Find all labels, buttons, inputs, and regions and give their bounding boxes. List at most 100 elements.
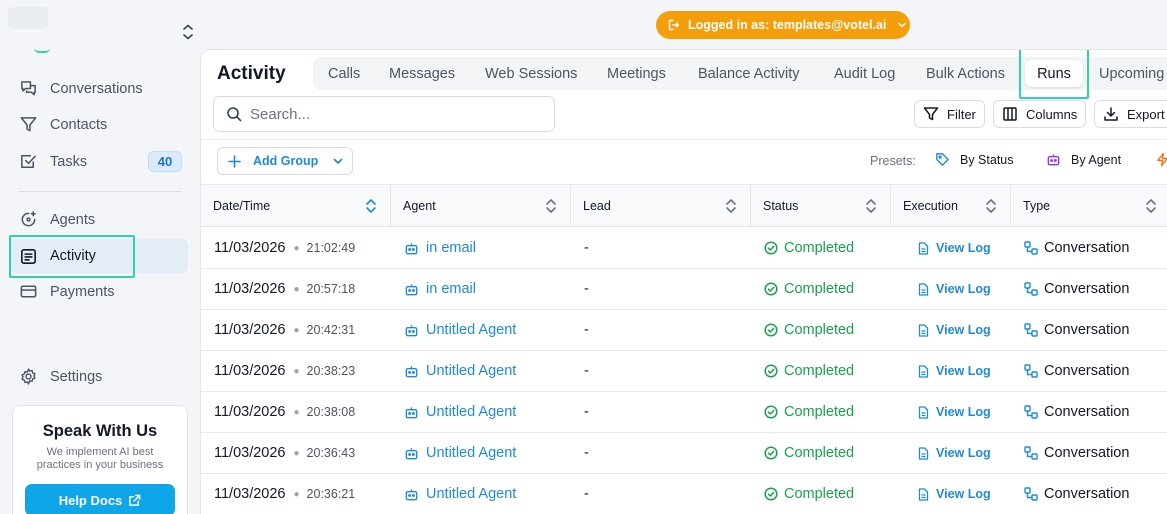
table-row[interactable]: 11/03/2026 ● 20:38:23 Untitled Agent - Com…: [201, 351, 1167, 392]
type-text: Conversation: [1044, 445, 1130, 461]
time-text: 20:36:21: [306, 487, 356, 501]
status-text: Completed: [784, 404, 855, 420]
tab-bulk-actions[interactable]: Bulk Actions: [926, 57, 1005, 90]
agent-name: Untitled Agent: [426, 486, 517, 502]
view-log-link[interactable]: View Log: [917, 474, 991, 514]
preset-label: By Status: [960, 152, 1014, 167]
agent-link[interactable]: Untitled Agent: [404, 310, 516, 350]
preset-lightning[interactable]: [1155, 152, 1167, 167]
filter-button[interactable]: Filter: [914, 100, 985, 128]
table-row[interactable]: 11/03/2026 ● 20:38:08 Untitled Agent - Com…: [201, 392, 1167, 433]
sort-icon[interactable]: [1144, 198, 1158, 214]
sidebar-item-tasks[interactable]: Tasks 40: [10, 145, 188, 178]
separator-dot: ●: [293, 242, 300, 254]
column-header-label: Lead: [583, 199, 611, 213]
date-text: 11/03/2026: [214, 281, 286, 297]
tab-messages[interactable]: Messages: [389, 57, 455, 90]
table-row[interactable]: 11/03/2026 ● 21:02:49 in email - Completed…: [201, 228, 1167, 269]
column-header-type[interactable]: Type: [1011, 185, 1167, 227]
type-cell: Conversation: [1024, 351, 1129, 391]
tab-runs[interactable]: Runs: [1025, 60, 1083, 87]
preset-by-status[interactable]: By Status: [935, 152, 1014, 167]
agent-link[interactable]: in email: [404, 228, 476, 268]
view-log-link[interactable]: View Log: [917, 228, 991, 268]
status-cell: Completed: [764, 269, 854, 309]
lead-cell: -: [584, 486, 589, 502]
robot-icon: [405, 324, 418, 336]
agent-link[interactable]: Untitled Agent: [404, 474, 516, 514]
filter-label: Filter: [947, 106, 976, 122]
view-log-link[interactable]: View Log: [917, 433, 991, 473]
column-header-status[interactable]: Status: [751, 185, 891, 227]
column-header-execution[interactable]: Execution: [891, 185, 1011, 227]
sort-icon[interactable]: [364, 198, 378, 214]
view-log-label: View Log: [936, 405, 991, 419]
help-docs-button[interactable]: Help Docs: [25, 484, 175, 514]
date-time-cell: 11/03/2026 ● 20:38:23: [214, 351, 355, 391]
sidebar-item-agents[interactable]: Agents: [10, 203, 188, 236]
funnel-icon: [923, 107, 939, 121]
workspace-switcher-chevron-icon[interactable]: [181, 23, 195, 41]
search-icon: [227, 107, 242, 122]
tab-meetings[interactable]: Meetings: [607, 57, 666, 90]
agent-link[interactable]: Untitled Agent: [404, 351, 516, 391]
date-time-cell: 11/03/2026 ● 20:36:21: [214, 474, 355, 514]
columns-button[interactable]: Columns: [993, 100, 1087, 128]
agent-link[interactable]: Untitled Agent: [404, 392, 516, 432]
separator-dot: ●: [293, 447, 300, 459]
logged-in-as-dropdown[interactable]: Logged in as: templates@votel.ai: [656, 11, 910, 39]
export-button[interactable]: Export: [1094, 100, 1167, 128]
workspace-logo[interactable]: [8, 7, 48, 29]
status-text: Completed: [784, 445, 855, 461]
table-row[interactable]: 11/03/2026 ● 20:42:31 Untitled Agent - Com…: [201, 310, 1167, 351]
sort-icon[interactable]: [724, 198, 738, 214]
tab-audit-log[interactable]: Audit Log: [834, 57, 895, 90]
search-input[interactable]: [250, 105, 540, 123]
table-row[interactable]: 11/03/2026 ● 20:36:21 Untitled Agent - Com…: [201, 474, 1167, 514]
tab-web-sessions[interactable]: Web Sessions: [485, 57, 577, 90]
view-log-label: View Log: [936, 487, 991, 501]
table-row[interactable]: 11/03/2026 ● 20:36:43 Untitled Agent - Com…: [201, 433, 1167, 474]
sidebar-divider: [18, 191, 182, 192]
promo-title: Speak With Us: [42, 422, 158, 440]
sidebar-item-conversations[interactable]: Conversations: [10, 72, 188, 105]
agent-name: Untitled Agent: [426, 322, 517, 338]
view-log-link[interactable]: View Log: [917, 310, 991, 350]
column-header-agent[interactable]: Agent: [391, 185, 571, 227]
columns-label: Columns: [1026, 106, 1078, 122]
agent-link[interactable]: Untitled Agent: [404, 433, 516, 473]
add-group-button[interactable]: Add Group: [217, 147, 353, 175]
funnel-icon: [20, 117, 37, 132]
view-log-link[interactable]: View Log: [917, 269, 991, 309]
conversation-flow-icon: [1024, 364, 1038, 378]
separator-dot: ●: [293, 488, 300, 500]
type-text: Conversation: [1044, 404, 1130, 420]
robot-icon: [405, 447, 418, 459]
sidebar-item-payments[interactable]: Payments: [10, 275, 188, 308]
tab-balance-activity[interactable]: Balance Activity: [698, 57, 800, 90]
type-cell: Conversation: [1024, 433, 1129, 473]
column-header-lead[interactable]: Lead: [571, 185, 751, 227]
help-docs-label: Help Docs: [58, 492, 123, 508]
view-log-link[interactable]: View Log: [917, 392, 991, 432]
preset-by-agent[interactable]: By Agent: [1046, 152, 1121, 167]
agent-link[interactable]: in email: [404, 269, 476, 309]
view-log-link[interactable]: View Log: [917, 351, 991, 391]
column-header-label: Status: [763, 199, 799, 213]
sort-icon[interactable]: [544, 198, 558, 214]
agent-name: Untitled Agent: [426, 363, 517, 379]
sort-icon[interactable]: [864, 198, 878, 214]
sidebar-item-contacts[interactable]: Contacts: [10, 108, 188, 141]
sidebar-item-settings[interactable]: Settings: [10, 360, 188, 393]
sidebar-item-activity[interactable]: Activity: [10, 239, 188, 273]
type-cell: Conversation: [1024, 310, 1129, 350]
tab-upcoming[interactable]: Upcoming: [1099, 57, 1164, 90]
lead-cell: -: [584, 445, 589, 461]
main-panel: Activity Calls Messages Web Sessions Mee…: [200, 49, 1167, 514]
status-cell: Completed: [764, 433, 854, 473]
document-icon: [918, 446, 929, 460]
table-row[interactable]: 11/03/2026 ● 20:57:18 in email - Completed…: [201, 269, 1167, 310]
tab-calls[interactable]: Calls: [328, 57, 360, 90]
sort-icon[interactable]: [984, 198, 998, 214]
column-header-date-time[interactable]: Date/Time: [201, 185, 391, 227]
